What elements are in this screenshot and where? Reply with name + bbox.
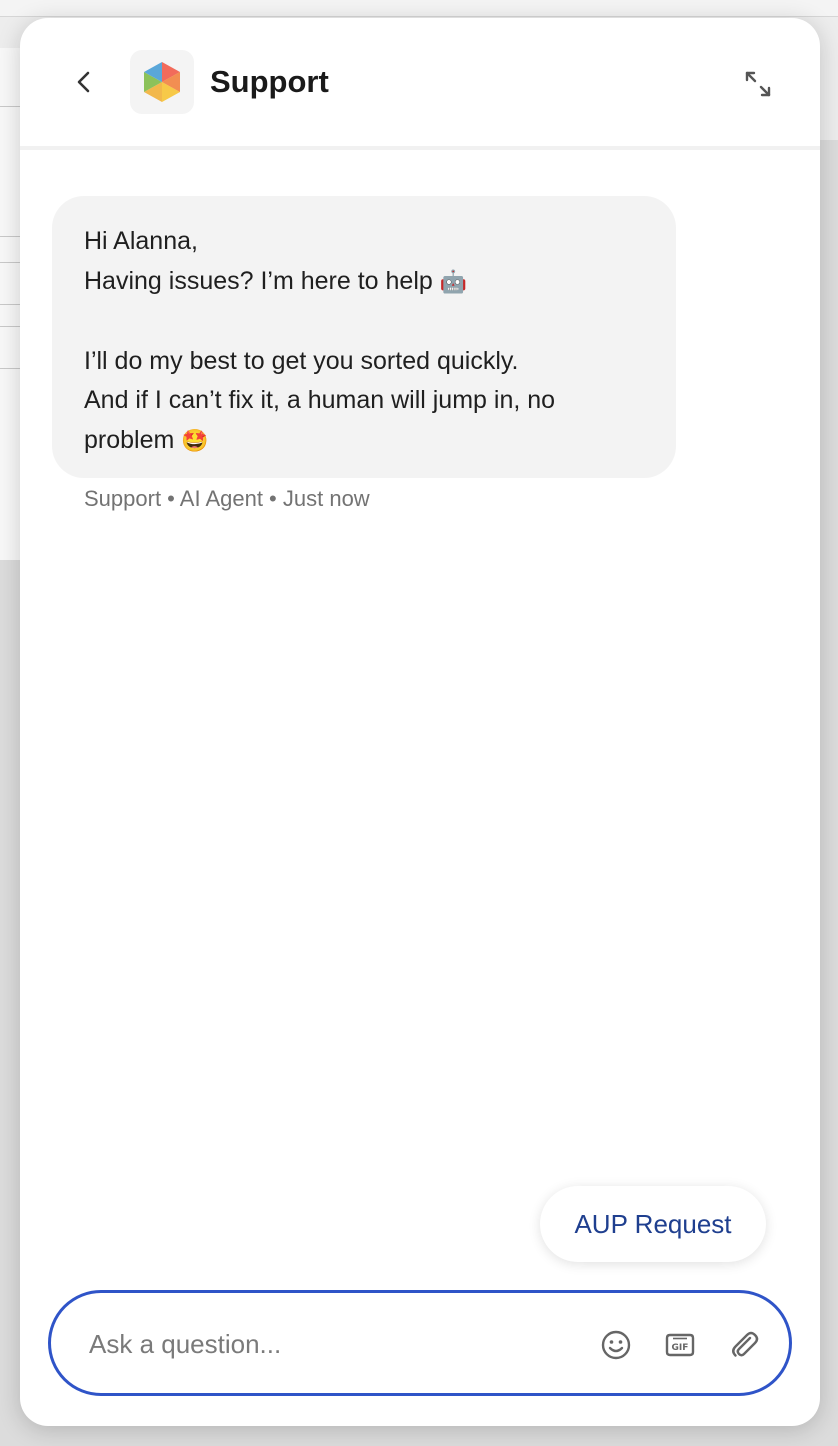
svg-text:GIF: GIF	[672, 1343, 689, 1353]
expand-arrows-icon	[745, 71, 771, 97]
question-input[interactable]	[87, 1319, 571, 1369]
message-line: problem 🤩	[84, 425, 209, 454]
support-chat-widget: Support Hi Alanna, Having issues? I’m he…	[20, 18, 820, 1426]
chevron-left-icon	[77, 71, 90, 93]
starstruck-emoji-icon: 🤩	[181, 428, 209, 454]
robot-emoji-icon: 🤖	[439, 269, 468, 295]
message-composer: GIF	[48, 1290, 792, 1396]
message-line: I’ll do my best to get you sorted quickl…	[84, 346, 519, 375]
gif-button[interactable]: GIF	[663, 1328, 697, 1362]
emoji-icon	[601, 1330, 631, 1360]
message-line: And if I can’t fix it, a human will jump…	[84, 386, 556, 414]
message-line: Having issues? I’m here to help 🤖	[84, 266, 468, 295]
paperclip-icon	[732, 1331, 759, 1357]
message-line: Hi Alanna,	[84, 227, 198, 255]
background-topbar	[0, 0, 838, 17]
aup-request-button[interactable]: AUP Request	[540, 1186, 766, 1262]
message-meta: Support • AI Agent • Just now	[84, 486, 370, 511]
back-button[interactable]	[64, 62, 104, 102]
hexagon-logo-icon	[144, 62, 180, 102]
gif-icon: GIF	[665, 1333, 695, 1357]
support-logo	[130, 50, 194, 114]
page-title: Support	[210, 64, 329, 99]
expand-button[interactable]	[738, 64, 778, 104]
attach-button[interactable]	[727, 1328, 761, 1362]
agent-message-bubble: Hi Alanna, Having issues? I’m here to he…	[52, 196, 676, 478]
chat-header: Support	[20, 18, 820, 150]
emoji-button[interactable]	[599, 1328, 633, 1362]
